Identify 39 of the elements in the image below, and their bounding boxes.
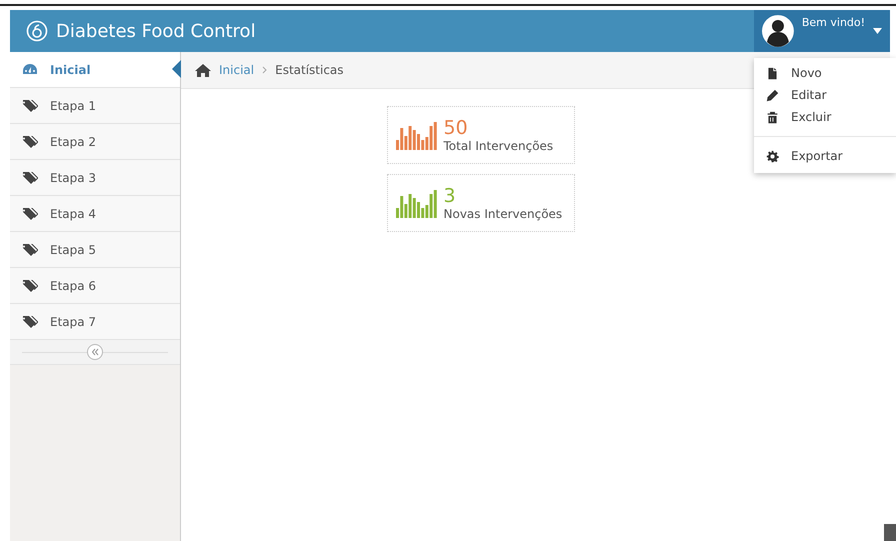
pencil-icon xyxy=(766,88,779,102)
tags-icon xyxy=(22,134,38,150)
chevron-icon xyxy=(262,66,268,74)
sidebar-item[interactable]: Etapa 6 xyxy=(10,268,180,304)
caret-icon xyxy=(873,28,882,34)
tags-icon xyxy=(22,314,38,330)
home-icon[interactable] xyxy=(195,63,211,77)
sidebar-item[interactable]: Etapa 5 xyxy=(10,232,180,268)
user-menu-button[interactable]: Bem vindo! xyxy=(754,10,890,52)
bar-chart-icon xyxy=(396,188,438,218)
bar-chart-icon xyxy=(396,120,438,150)
sidebar-item[interactable]: Etapa 3 xyxy=(10,160,180,196)
avatar-icon xyxy=(762,15,794,47)
stat-label: Total Intervenções xyxy=(444,139,554,153)
menu-item[interactable]: Novo xyxy=(754,62,896,84)
gear-icon xyxy=(766,150,779,162)
breadcrumb-current: Estatísticas xyxy=(275,63,344,77)
menu-item[interactable]: Editar xyxy=(754,84,896,106)
sidebar-item[interactable]: Inicial xyxy=(10,52,180,88)
stat-label: Novas Intervenções xyxy=(444,207,562,221)
active-pointer-icon xyxy=(172,60,181,78)
sidebar-item[interactable]: Etapa 4 xyxy=(10,196,180,232)
app-title: Diabetes Food Control xyxy=(56,20,256,42)
collapse-icon[interactable] xyxy=(87,344,103,360)
file-icon xyxy=(766,66,779,80)
menu-item[interactable]: Exportar xyxy=(754,145,896,167)
menu-item[interactable]: Excluir xyxy=(754,106,896,128)
tags-icon xyxy=(22,98,38,114)
tags-icon xyxy=(22,242,38,258)
logo-icon xyxy=(26,20,48,42)
tags-icon xyxy=(22,278,38,294)
tags-icon xyxy=(22,170,38,186)
sidebar-item[interactable]: Etapa 1 xyxy=(10,88,180,124)
trash-icon xyxy=(766,110,779,124)
stat-value: 50 xyxy=(444,117,469,139)
sidebar-item[interactable]: Etapa 2 xyxy=(10,124,180,160)
tags-icon xyxy=(22,206,38,222)
stat-value: 3 xyxy=(444,185,457,207)
sidebar-item[interactable]: Etapa 7 xyxy=(10,304,180,340)
